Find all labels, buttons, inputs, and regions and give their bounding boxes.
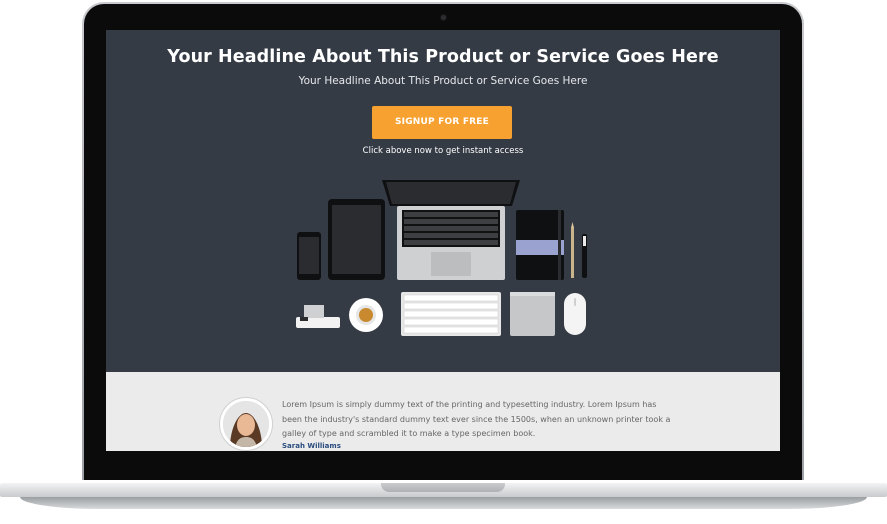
pencil-icon xyxy=(571,222,574,278)
router-icon xyxy=(296,305,340,328)
laptop-notch xyxy=(381,483,505,492)
avatar xyxy=(220,398,272,450)
testimonial-section: Lorem Ipsum is simply dummy text of the … xyxy=(106,372,780,451)
laptop-mockup: Your Headline About This Product or Serv… xyxy=(0,0,887,524)
phone-icon xyxy=(297,232,321,280)
devices-illustration xyxy=(296,180,587,336)
laptop-base xyxy=(0,478,887,514)
laptop-screen: Your Headline About This Product or Serv… xyxy=(106,30,780,451)
testimonial-author: Sarah Williams xyxy=(282,442,341,450)
tablet-icon xyxy=(328,199,385,280)
person-icon xyxy=(223,401,269,447)
hero-section: Your Headline About This Product or Serv… xyxy=(106,30,780,372)
mouse-icon xyxy=(564,293,586,335)
pen-icon xyxy=(582,234,587,278)
testimonial-quote: Lorem Ipsum is simply dummy text of the … xyxy=(282,400,671,438)
page-title: Your Headline About This Product or Serv… xyxy=(167,47,719,67)
page-subtitle: Your Headline About This Product or Serv… xyxy=(298,75,588,87)
signup-button[interactable]: SIGNUP FOR FREE xyxy=(372,106,512,139)
camera-icon xyxy=(441,15,446,20)
cta-note: Click above now to get instant access xyxy=(362,146,524,156)
laptop-icon xyxy=(382,180,520,280)
trackpad-icon xyxy=(510,292,555,336)
keyboard-icon xyxy=(401,292,501,336)
coffee-cup-icon xyxy=(349,298,383,332)
notebook-icon xyxy=(516,210,564,280)
